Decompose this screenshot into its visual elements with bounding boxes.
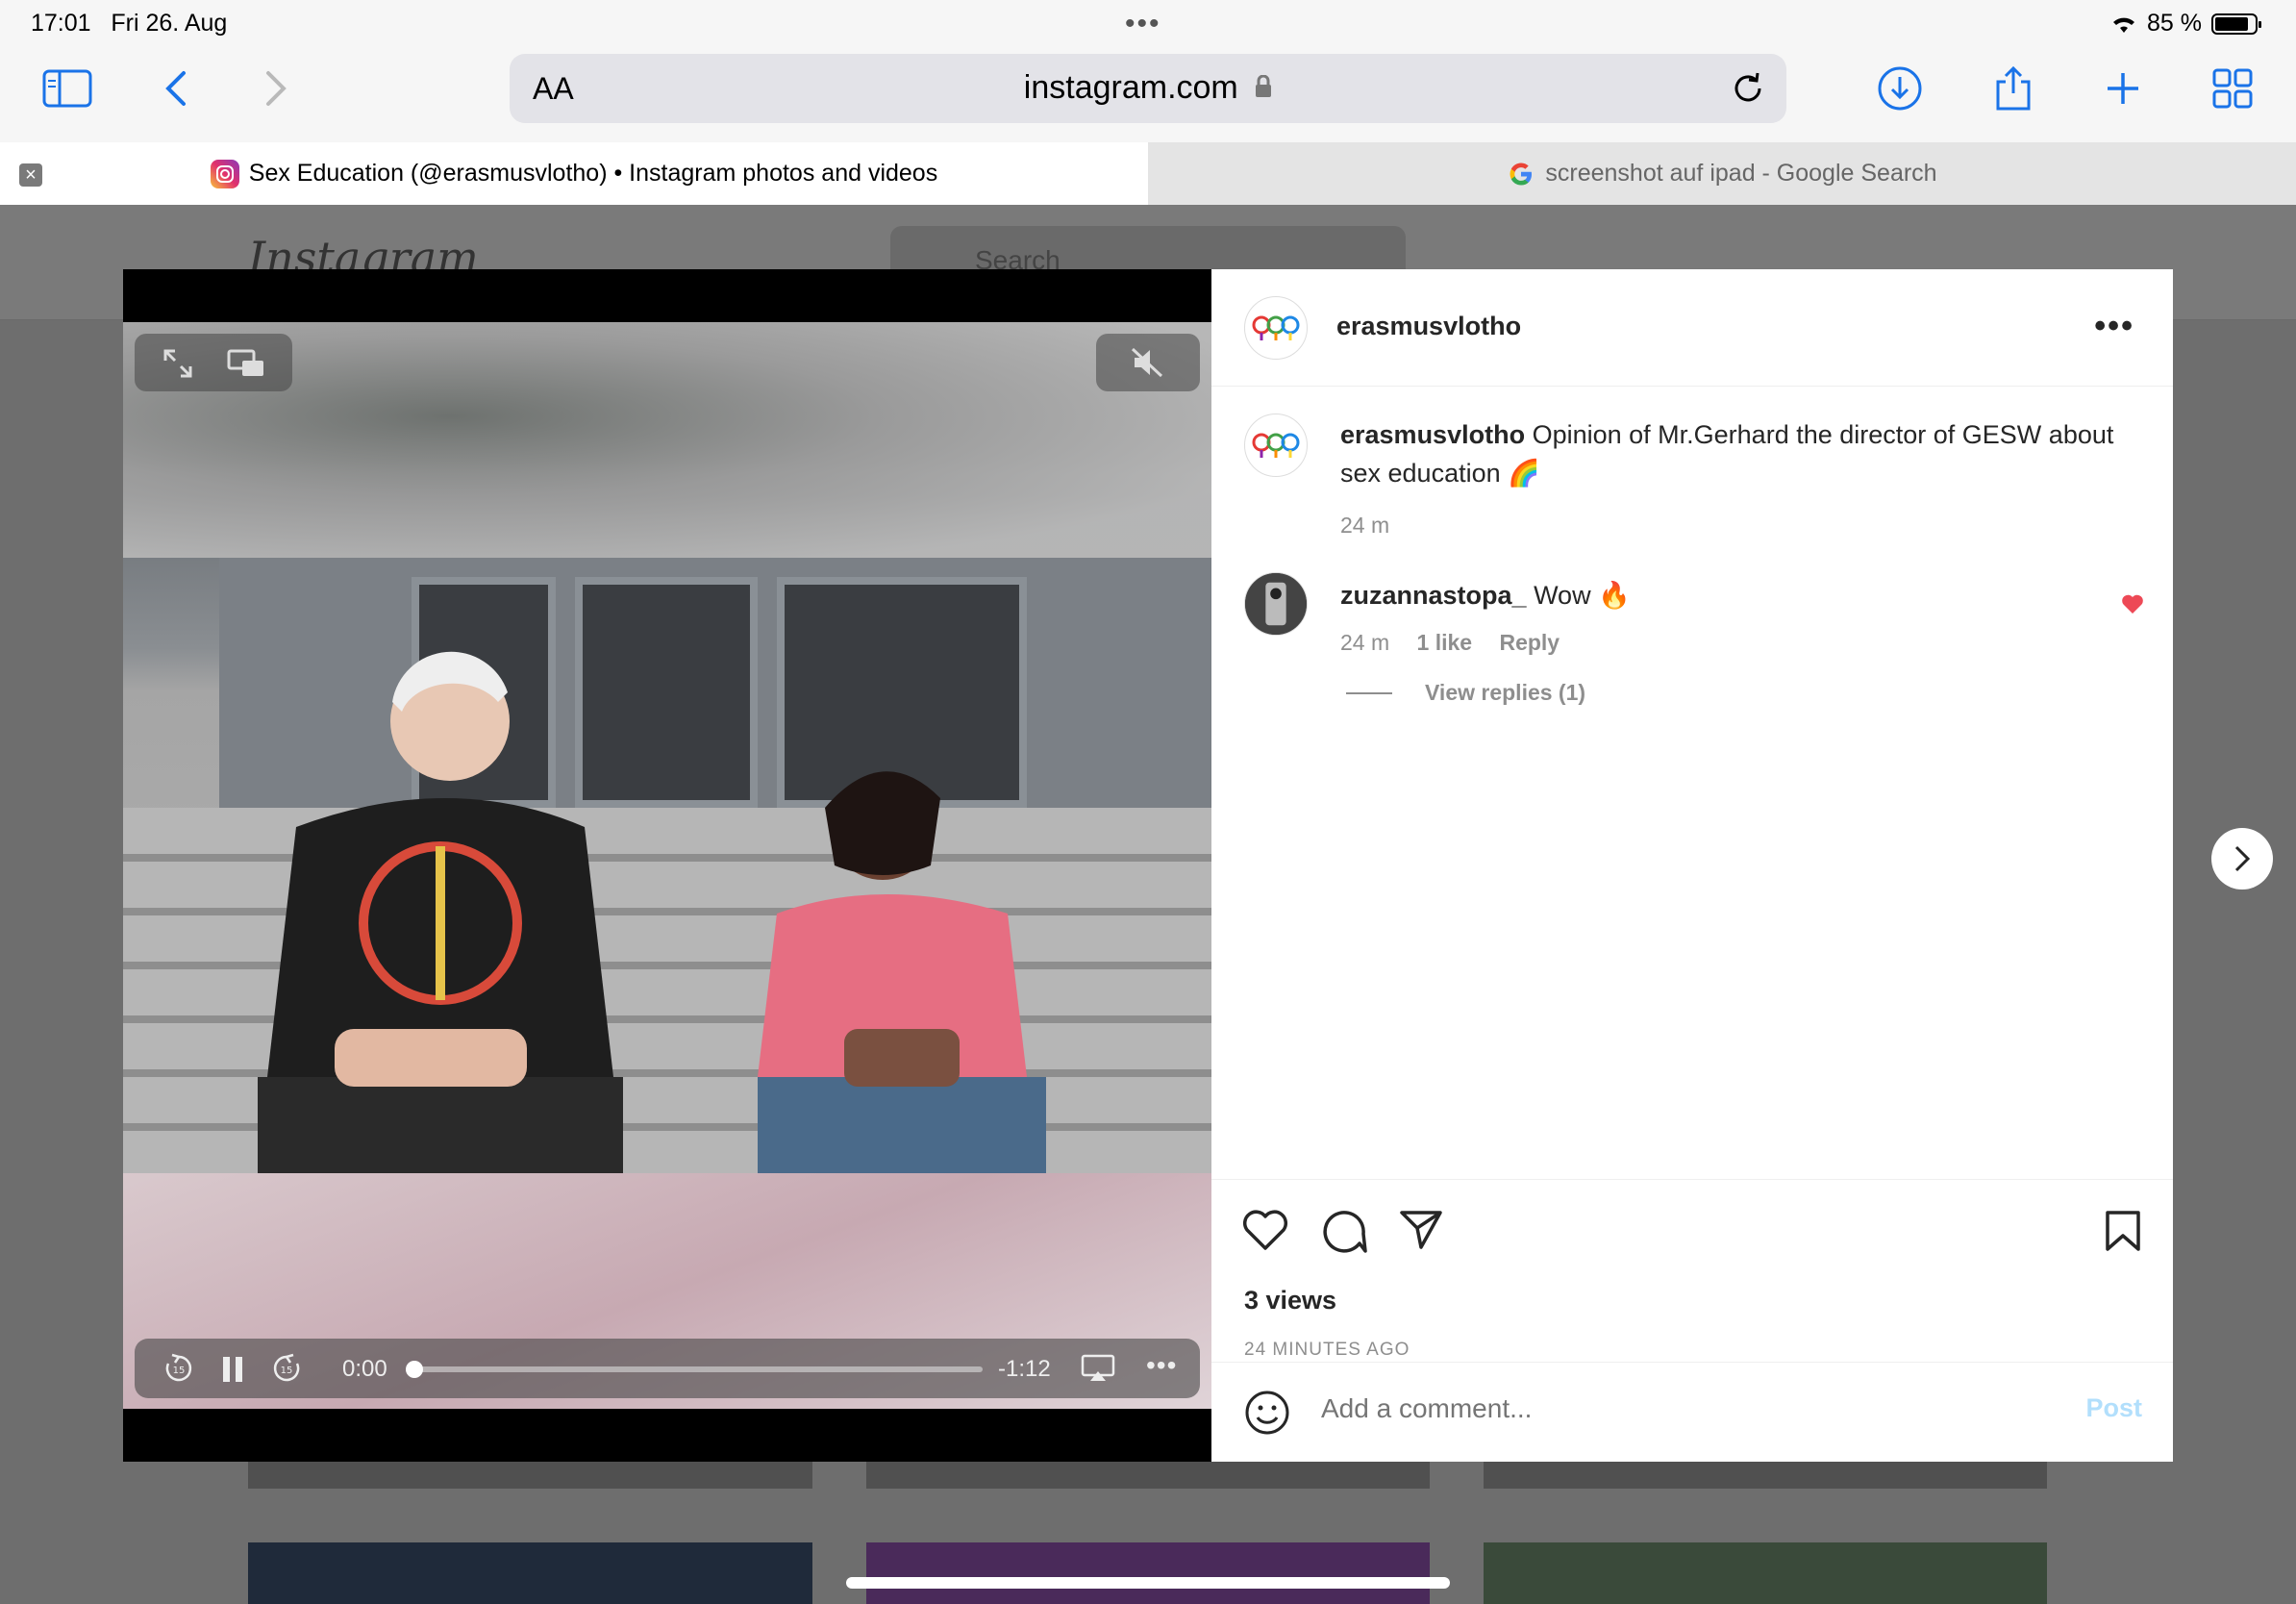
tab-title: Sex Education (@erasmusvlotho) • Instagr… — [248, 160, 938, 187]
instagram-favicon-icon — [210, 159, 239, 188]
battery-icon — [2211, 13, 2261, 35]
video-scrubber[interactable] — [406, 1361, 983, 1378]
comment-timestamp: 24 m — [1340, 630, 1390, 655]
wifi-icon — [2113, 17, 2135, 33]
grid-thumbnail[interactable] — [248, 1462, 812, 1489]
post-options-icon[interactable]: ••• — [2094, 308, 2134, 345]
close-tab-icon[interactable]: × — [19, 163, 42, 187]
view-replies-button[interactable]: View replies (1) — [1425, 680, 1585, 706]
comment-input[interactable] — [1321, 1393, 2052, 1424]
author-avatar[interactable] — [1244, 296, 1308, 360]
video-remaining-time: -1:12 — [998, 1356, 1051, 1382]
posted-time: 24 MINUTES AGO — [1244, 1340, 1410, 1360]
battery-fill — [2215, 16, 2248, 31]
mute-button[interactable] — [1096, 334, 1200, 391]
comment-item: zuzannastopa_ Wow 🔥 24 m 1 like Reply Vi… — [1211, 572, 2173, 745]
tab-google-search[interactable]: screenshot auf ipad - Google Search — [1148, 142, 2296, 205]
video-frame — [123, 322, 1211, 1409]
comment-text: Wow 🔥 — [1534, 581, 1631, 610]
skip-forward-seconds: 15 — [281, 1366, 293, 1376]
caption-username[interactable]: erasmusvlotho — [1340, 420, 1525, 449]
downloads-icon[interactable] — [1873, 62, 1927, 115]
address-bar[interactable]: AA instagram.com — [510, 54, 1786, 123]
tab-instagram[interactable]: × Sex Education (@erasmusvlotho) • Insta… — [0, 142, 1148, 205]
caption-timestamp: 24 m — [1340, 513, 1390, 538]
grid-thumbnail[interactable] — [1484, 1462, 2047, 1489]
status-date: Fri 26. Aug — [111, 10, 228, 37]
post-details-panel: erasmusvlotho ••• erasmusvlotho Opinion … — [1211, 269, 2173, 1462]
video-person — [258, 651, 623, 1173]
new-tab-icon[interactable] — [2096, 62, 2150, 115]
status-time-date: 17:01 Fri 26. Aug — [31, 10, 227, 38]
comment-liked-heart-icon[interactable] — [2121, 593, 2144, 614]
grid-thumbnail[interactable] — [1484, 1542, 2047, 1604]
video-top-controls — [135, 334, 292, 391]
comment-meta: 24 m 1 like Reply — [1340, 630, 1560, 656]
post-comment-button[interactable]: Post — [2085, 1393, 2142, 1423]
pause-icon[interactable] — [221, 1355, 244, 1384]
comment-likes[interactable]: 1 like — [1417, 630, 1473, 655]
skip-forward-15-icon[interactable]: 15 — [271, 1353, 302, 1384]
browser-chrome: 17:01 Fri 26. Aug ••• 85 % AA instagram.… — [0, 0, 2296, 205]
tab-overview-icon[interactable] — [2206, 62, 2259, 115]
airplay-icon[interactable] — [1081, 1354, 1115, 1383]
status-time: 17:01 — [31, 10, 91, 37]
commenter-avatar[interactable] — [1244, 572, 1308, 636]
next-post-button[interactable] — [2211, 828, 2273, 890]
status-right: 85 % — [2110, 10, 2261, 38]
video-bottom-controls: 15 15 0:00 -1:12 ••• — [135, 1339, 1200, 1398]
post-header: erasmusvlotho ••• — [1211, 269, 2173, 387]
reply-button[interactable]: Reply — [1499, 630, 1560, 655]
rainbow-logo-icon — [1252, 433, 1300, 458]
home-indicator[interactable] — [846, 1577, 1450, 1589]
replies-line — [1346, 692, 1392, 694]
add-comment-bar: Post — [1211, 1362, 2173, 1462]
url-text: instagram.com — [1023, 69, 1238, 106]
grid-thumbnail[interactable] — [866, 1462, 1430, 1489]
multitasking-dots-icon[interactable]: ••• — [1125, 8, 1161, 40]
rainbow-logo-icon — [1252, 315, 1300, 340]
video-person — [758, 771, 1046, 1173]
picture-in-picture-icon[interactable] — [227, 349, 265, 378]
tab-bar: × Sex Education (@erasmusvlotho) • Insta… — [0, 142, 2296, 205]
back-icon[interactable] — [148, 62, 202, 115]
skip-back-15-icon[interactable]: 15 — [163, 1353, 194, 1384]
comment-body: zuzannastopa_ Wow 🔥 — [1340, 580, 1631, 611]
comment-icon[interactable] — [1321, 1209, 1367, 1255]
view-count[interactable]: 3 views — [1244, 1286, 1336, 1316]
commenter-username[interactable]: zuzannastopa_ — [1340, 581, 1527, 610]
speaker-muted-icon — [1131, 347, 1163, 378]
skip-back-seconds: 15 — [173, 1366, 186, 1376]
address-text[interactable]: instagram.com — [510, 69, 1786, 107]
post-caption: erasmusvlotho Opinion of Mr.Gerhard the … — [1340, 415, 2129, 544]
emoji-icon[interactable] — [1244, 1390, 1290, 1436]
grid-thumbnail[interactable] — [866, 1542, 1430, 1604]
share-post-icon[interactable] — [1398, 1209, 1444, 1251]
video-player[interactable]: 15 15 0:00 -1:12 ••• — [123, 269, 1211, 1462]
sidebar-toggle-icon[interactable] — [40, 62, 94, 115]
caption-avatar[interactable] — [1244, 414, 1308, 477]
grid-thumbnail[interactable] — [248, 1542, 812, 1604]
forward-icon[interactable] — [250, 62, 304, 115]
save-bookmark-icon[interactable] — [2104, 1209, 2142, 1253]
heart-icon[interactable] — [1242, 1209, 1288, 1251]
google-favicon-icon — [1507, 160, 1535, 188]
reload-icon[interactable] — [1729, 69, 1767, 108]
commenter-photo — [1245, 573, 1307, 635]
chevron-right-icon — [2234, 845, 2251, 872]
fullscreen-icon[interactable] — [162, 347, 194, 380]
tab-title: screenshot auf ipad - Google Search — [1545, 160, 1937, 187]
video-current-time: 0:00 — [342, 1356, 387, 1382]
share-icon[interactable] — [1986, 62, 2040, 115]
video-more-icon[interactable]: ••• — [1146, 1350, 1177, 1381]
scrubber-handle[interactable] — [406, 1361, 423, 1378]
battery-percent: 85 % — [2147, 10, 2202, 37]
lock-icon — [1256, 74, 1272, 97]
author-username[interactable]: erasmusvlotho — [1336, 312, 1521, 341]
